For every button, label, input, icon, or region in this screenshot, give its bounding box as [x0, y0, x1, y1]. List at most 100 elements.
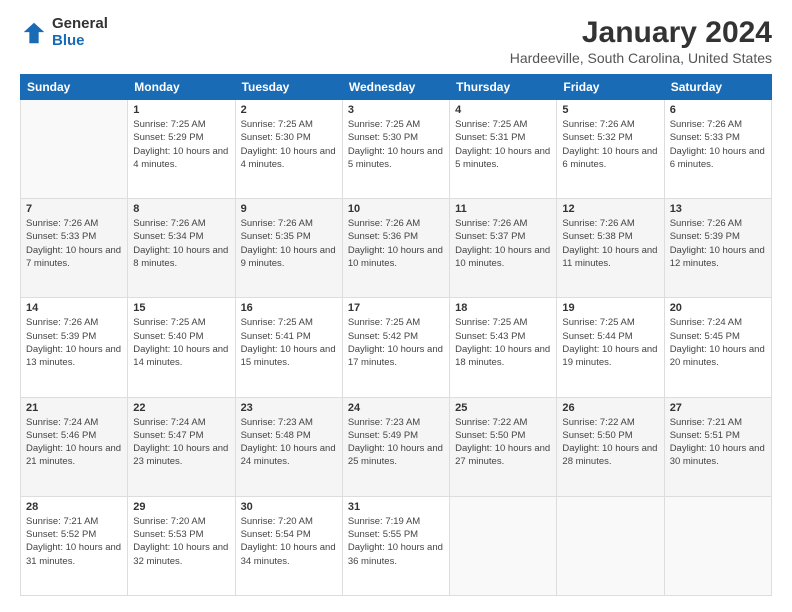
day-cell: 20 Sunrise: 7:24 AM Sunset: 5:45 PM Dayli…	[664, 298, 771, 397]
day-info: Sunrise: 7:25 AM Sunset: 5:31 PM Dayligh…	[455, 118, 551, 171]
header-row: Sunday Monday Tuesday Wednesday Thursday…	[21, 75, 772, 100]
day-info: Sunrise: 7:26 AM Sunset: 5:32 PM Dayligh…	[562, 118, 658, 171]
title-block: January 2024 Hardeeville, South Carolina…	[510, 16, 772, 66]
page: General Blue January 2024 Hardeeville, S…	[0, 0, 792, 612]
day-number: 1	[133, 104, 229, 116]
logo-general-text: General	[52, 16, 108, 33]
col-monday: Monday	[128, 75, 235, 100]
col-friday: Friday	[557, 75, 664, 100]
day-number: 19	[562, 302, 658, 314]
day-number: 9	[241, 203, 337, 215]
col-thursday: Thursday	[450, 75, 557, 100]
day-number: 27	[670, 402, 766, 414]
day-cell: 3Sunrise: 7:25 AM Sunset: 5:30 PM Daylig…	[342, 100, 449, 199]
day-cell: 8 Sunrise: 7:26 AM Sunset: 5:34 PM Daylig…	[128, 199, 235, 298]
day-number: 12	[562, 203, 658, 215]
day-info: Sunrise: 7:25 AM Sunset: 5:43 PM Dayligh…	[455, 316, 551, 369]
day-info: Sunrise: 7:20 AM Sunset: 5:54 PM Dayligh…	[241, 515, 337, 568]
day-cell: 28Sunrise: 7:21 AM Sunset: 5:52 PM Dayli…	[21, 496, 128, 595]
calendar-body: 1 Sunrise: 7:25 AM Sunset: 5:29 PM Daylig…	[21, 100, 772, 596]
day-number: 30	[241, 501, 337, 513]
week-row-5: 28Sunrise: 7:21 AM Sunset: 5:52 PM Dayli…	[21, 496, 772, 595]
day-info: Sunrise: 7:25 AM Sunset: 5:40 PM Dayligh…	[133, 316, 229, 369]
day-cell: 26 Sunrise: 7:22 AM Sunset: 5:50 PM Dayli…	[557, 397, 664, 496]
day-number: 18	[455, 302, 551, 314]
day-number: 16	[241, 302, 337, 314]
day-info: Sunrise: 7:22 AM Sunset: 5:50 PM Dayligh…	[562, 416, 658, 469]
day-number: 23	[241, 402, 337, 414]
day-info: Sunrise: 7:22 AM Sunset: 5:50 PM Dayligh…	[455, 416, 551, 469]
day-info: Sunrise: 7:21 AM Sunset: 5:51 PM Dayligh…	[670, 416, 766, 469]
day-number: 8	[133, 203, 229, 215]
day-cell: 25 Sunrise: 7:22 AM Sunset: 5:50 PM Dayli…	[450, 397, 557, 496]
day-number: 7	[26, 203, 122, 215]
day-cell: 9 Sunrise: 7:26 AM Sunset: 5:35 PM Daylig…	[235, 199, 342, 298]
day-cell: 5 Sunrise: 7:26 AM Sunset: 5:32 PM Daylig…	[557, 100, 664, 199]
day-number: 14	[26, 302, 122, 314]
day-cell: 6Sunrise: 7:26 AM Sunset: 5:33 PM Daylig…	[664, 100, 771, 199]
day-number: 24	[348, 402, 444, 414]
day-number: 10	[348, 203, 444, 215]
day-cell	[450, 496, 557, 595]
day-cell: 14Sunrise: 7:26 AM Sunset: 5:39 PM Dayli…	[21, 298, 128, 397]
day-info: Sunrise: 7:26 AM Sunset: 5:39 PM Dayligh…	[670, 217, 766, 270]
day-cell: 1 Sunrise: 7:25 AM Sunset: 5:29 PM Daylig…	[128, 100, 235, 199]
day-cell	[664, 496, 771, 595]
day-cell: 31 Sunrise: 7:19 AM Sunset: 5:55 PM Dayli…	[342, 496, 449, 595]
day-info: Sunrise: 7:19 AM Sunset: 5:55 PM Dayligh…	[348, 515, 444, 568]
col-saturday: Saturday	[664, 75, 771, 100]
day-number: 28	[26, 501, 122, 513]
day-cell: 16 Sunrise: 7:25 AM Sunset: 5:41 PM Dayli…	[235, 298, 342, 397]
day-cell: 2 Sunrise: 7:25 AM Sunset: 5:30 PM Daylig…	[235, 100, 342, 199]
day-cell: 23Sunrise: 7:23 AM Sunset: 5:48 PM Dayli…	[235, 397, 342, 496]
day-info: Sunrise: 7:25 AM Sunset: 5:29 PM Dayligh…	[133, 118, 229, 171]
day-cell: 7Sunrise: 7:26 AM Sunset: 5:33 PM Daylig…	[21, 199, 128, 298]
col-wednesday: Wednesday	[342, 75, 449, 100]
day-cell: 4Sunrise: 7:25 AM Sunset: 5:31 PM Daylig…	[450, 100, 557, 199]
day-info: Sunrise: 7:26 AM Sunset: 5:33 PM Dayligh…	[670, 118, 766, 171]
main-title: January 2024	[510, 16, 772, 50]
day-info: Sunrise: 7:26 AM Sunset: 5:34 PM Dayligh…	[133, 217, 229, 270]
day-number: 25	[455, 402, 551, 414]
day-number: 20	[670, 302, 766, 314]
day-cell: 19Sunrise: 7:25 AM Sunset: 5:44 PM Dayli…	[557, 298, 664, 397]
day-cell: 12Sunrise: 7:26 AM Sunset: 5:38 PM Dayli…	[557, 199, 664, 298]
day-cell: 11Sunrise: 7:26 AM Sunset: 5:37 PM Dayli…	[450, 199, 557, 298]
day-info: Sunrise: 7:24 AM Sunset: 5:45 PM Dayligh…	[670, 316, 766, 369]
calendar-header: Sunday Monday Tuesday Wednesday Thursday…	[21, 75, 772, 100]
day-info: Sunrise: 7:24 AM Sunset: 5:46 PM Dayligh…	[26, 416, 122, 469]
day-number: 2	[241, 104, 337, 116]
week-row-4: 21 Sunrise: 7:24 AM Sunset: 5:46 PM Dayli…	[21, 397, 772, 496]
day-info: Sunrise: 7:26 AM Sunset: 5:35 PM Dayligh…	[241, 217, 337, 270]
day-cell: 22Sunrise: 7:24 AM Sunset: 5:47 PM Dayli…	[128, 397, 235, 496]
day-number: 31	[348, 501, 444, 513]
day-cell: 24Sunrise: 7:23 AM Sunset: 5:49 PM Dayli…	[342, 397, 449, 496]
day-info: Sunrise: 7:25 AM Sunset: 5:42 PM Dayligh…	[348, 316, 444, 369]
day-info: Sunrise: 7:20 AM Sunset: 5:53 PM Dayligh…	[133, 515, 229, 568]
logo: General Blue	[20, 16, 108, 49]
day-number: 17	[348, 302, 444, 314]
day-info: Sunrise: 7:25 AM Sunset: 5:30 PM Dayligh…	[348, 118, 444, 171]
day-number: 29	[133, 501, 229, 513]
day-number: 11	[455, 203, 551, 215]
col-sunday: Sunday	[21, 75, 128, 100]
day-number: 21	[26, 402, 122, 414]
day-cell: 15 Sunrise: 7:25 AM Sunset: 5:40 PM Dayli…	[128, 298, 235, 397]
week-row-3: 14Sunrise: 7:26 AM Sunset: 5:39 PM Dayli…	[21, 298, 772, 397]
day-cell: 21 Sunrise: 7:24 AM Sunset: 5:46 PM Dayli…	[21, 397, 128, 496]
day-cell: 10Sunrise: 7:26 AM Sunset: 5:36 PM Dayli…	[342, 199, 449, 298]
day-cell: 27 Sunrise: 7:21 AM Sunset: 5:51 PM Dayli…	[664, 397, 771, 496]
day-cell	[557, 496, 664, 595]
day-cell	[21, 100, 128, 199]
calendar-table: Sunday Monday Tuesday Wednesday Thursday…	[20, 74, 772, 596]
day-cell: 13Sunrise: 7:26 AM Sunset: 5:39 PM Dayli…	[664, 199, 771, 298]
day-number: 26	[562, 402, 658, 414]
day-cell: 29 Sunrise: 7:20 AM Sunset: 5:53 PM Dayli…	[128, 496, 235, 595]
day-info: Sunrise: 7:25 AM Sunset: 5:41 PM Dayligh…	[241, 316, 337, 369]
day-number: 15	[133, 302, 229, 314]
day-number: 22	[133, 402, 229, 414]
logo-icon	[20, 19, 48, 47]
day-cell: 30 Sunrise: 7:20 AM Sunset: 5:54 PM Dayli…	[235, 496, 342, 595]
day-info: Sunrise: 7:25 AM Sunset: 5:30 PM Dayligh…	[241, 118, 337, 171]
day-number: 5	[562, 104, 658, 116]
